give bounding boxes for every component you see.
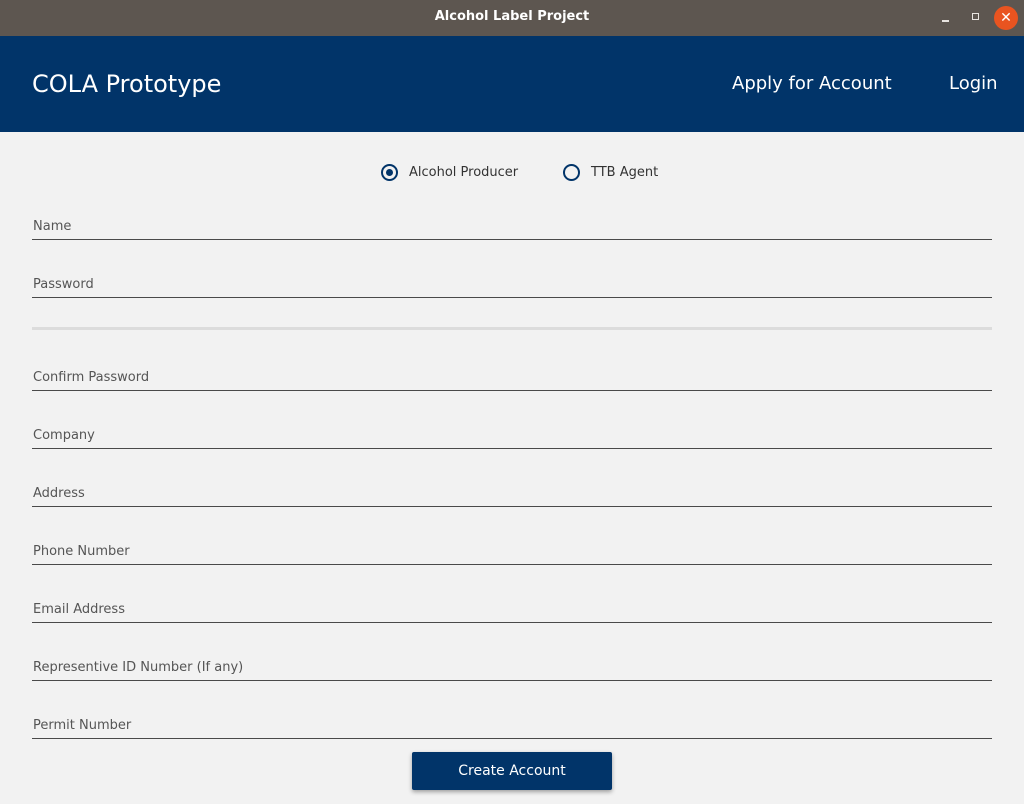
phone-number-field-label: Phone Number — [33, 544, 130, 559]
name-field[interactable]: Name — [32, 209, 992, 240]
address-field[interactable]: Address — [32, 476, 992, 507]
radio-alcohol-producer[interactable]: Alcohol Producer — [381, 163, 518, 181]
confirm-password-field[interactable]: Confirm Password — [32, 360, 992, 391]
email-address-field-label: Email Address — [33, 602, 125, 617]
company-field-label: Company — [33, 428, 95, 443]
representative-id-field-label: Representive ID Number (If any) — [33, 660, 244, 675]
permit-number-field[interactable]: Permit Number — [32, 708, 992, 739]
account-type-radio-group: Alcohol Producer TTB Agent — [0, 163, 1024, 181]
brand-title: COLA Prototype — [32, 70, 222, 98]
password-field-label: Password — [33, 277, 94, 292]
login-link[interactable]: Login — [949, 36, 998, 132]
email-address-field[interactable]: Email Address — [32, 592, 992, 623]
permit-number-field-label: Permit Number — [33, 718, 132, 733]
radio-unchecked-icon[interactable] — [563, 163, 580, 181]
maximize-icon[interactable] — [964, 6, 988, 30]
company-field[interactable]: Company — [32, 418, 992, 449]
password-strength-bar — [32, 327, 992, 330]
radio-label: TTB Agent — [591, 164, 659, 180]
radio-checked-icon[interactable] — [381, 163, 398, 181]
radio-ttb-agent[interactable]: TTB Agent — [563, 163, 658, 181]
password-field[interactable]: Password — [32, 267, 992, 298]
confirm-password-field-label: Confirm Password — [33, 370, 150, 385]
address-field-label: Address — [33, 486, 85, 501]
phone-number-field[interactable]: Phone Number — [32, 534, 992, 565]
apply-for-account-link[interactable]: Apply for Account — [732, 36, 892, 132]
app-header: COLA Prototype Apply for Account Login — [0, 36, 1024, 132]
minimize-icon[interactable] — [934, 6, 958, 30]
close-icon[interactable]: ✕ — [994, 6, 1018, 30]
create-account-button[interactable]: Create Account — [412, 752, 612, 790]
radio-label: Alcohol Producer — [409, 164, 519, 180]
name-field-label: Name — [33, 219, 72, 234]
representative-id-field[interactable]: Representive ID Number (If any) — [32, 650, 992, 681]
window-title: Alcohol Label Project — [434, 9, 590, 24]
window-titlebar: Alcohol Label Project ✕ — [0, 0, 1024, 36]
